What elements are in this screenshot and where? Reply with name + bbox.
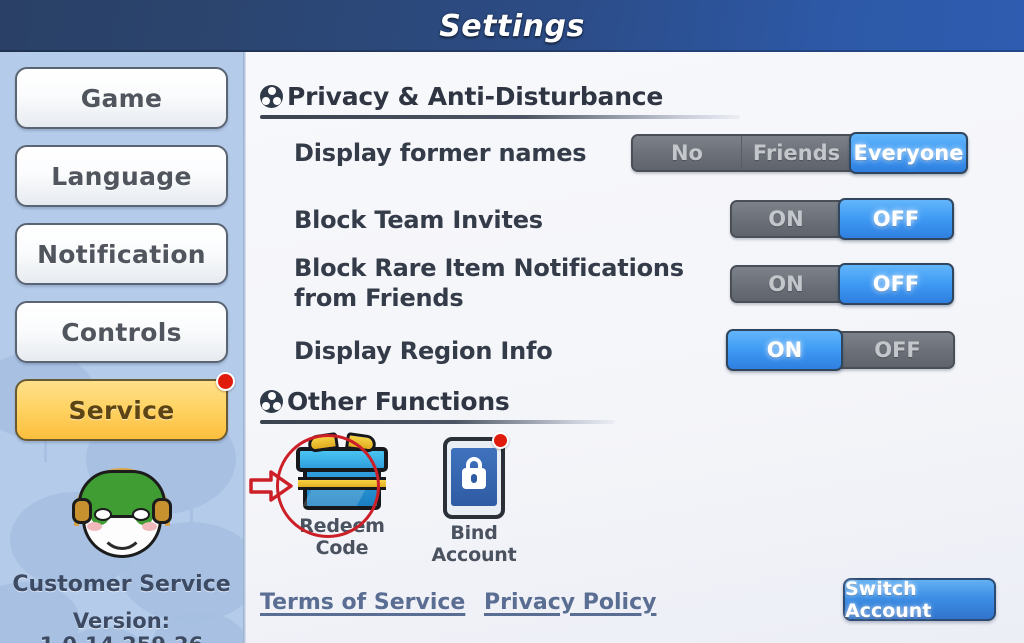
- sidebar: Game Language Notification Controls Serv…: [0, 52, 243, 643]
- function-caption-line1: Bind: [450, 522, 498, 544]
- pinwheel-icon: [260, 390, 283, 413]
- toggle-block-team-invites[interactable]: ON OFF: [730, 198, 954, 240]
- sidebar-item-label: Language: [51, 161, 192, 191]
- sidebar-item-controls[interactable]: Controls: [15, 301, 228, 363]
- title-bar: Settings: [0, 0, 1024, 52]
- toggle-option-on[interactable]: ON: [732, 202, 840, 236]
- row-display-former-names: Display former names: [294, 138, 587, 168]
- toggle-option-on[interactable]: ON: [732, 267, 840, 301]
- sidebar-item-label: Notification: [37, 239, 206, 269]
- toggle-option-no[interactable]: No: [633, 136, 741, 170]
- customer-service-label: Customer Service: [12, 572, 231, 597]
- toggle-option-off[interactable]: OFF: [838, 198, 954, 240]
- function-caption-line2: Code: [315, 536, 369, 559]
- row-display-region-info: Display Region Info: [294, 336, 553, 366]
- sidebar-item-label: Service: [68, 395, 175, 425]
- privacy-policy-link[interactable]: Privacy Policy: [484, 590, 656, 615]
- function-caption-line1: Redeem: [299, 515, 385, 537]
- toggle-option-off[interactable]: OFF: [838, 263, 954, 305]
- section-title: Other Functions: [287, 387, 510, 416]
- toggle-option-on[interactable]: ON: [726, 329, 843, 371]
- setting-label: Block Team Invites: [294, 206, 543, 234]
- phone-lock-icon: [443, 432, 509, 519]
- section-divider: [260, 420, 615, 424]
- customer-service-block[interactable]: Customer Service Version: 1.0.14.259.26: [0, 462, 243, 643]
- function-caption-line2: Account: [431, 543, 517, 566]
- avatar: [70, 462, 174, 566]
- section-title: Privacy & Anti-Disturbance: [287, 82, 664, 111]
- setting-label-line2: from Friends: [294, 284, 464, 312]
- section-divider: [260, 115, 740, 119]
- sidebar-item-language[interactable]: Language: [15, 145, 228, 207]
- notification-badge-icon: [492, 432, 509, 449]
- toggle-block-rare-item-notifications[interactable]: ON OFF: [730, 263, 954, 305]
- sidebar-item-label: Game: [80, 83, 163, 113]
- avatar-cheek: [141, 522, 157, 531]
- settings-screen: Settings Game Language Notification Cont…: [0, 0, 1024, 643]
- sidebar-item-service[interactable]: Service: [15, 372, 235, 441]
- pinwheel-icon: [260, 85, 283, 108]
- gift-box-icon: [294, 431, 390, 512]
- sidebar-item-label: Controls: [61, 317, 182, 347]
- toggle-option-off[interactable]: OFF: [841, 333, 953, 367]
- terms-of-service-link[interactable]: Terms of Service: [260, 590, 465, 615]
- toggle-option-everyone[interactable]: Everyone: [849, 132, 968, 174]
- row-block-team-invites: Block Team Invites: [294, 205, 543, 235]
- notification-badge-icon: [216, 372, 235, 391]
- section-header-other-functions: Other Functions: [260, 387, 510, 416]
- section-header-privacy: Privacy & Anti-Disturbance: [260, 82, 663, 111]
- toggle-option-friends[interactable]: Friends: [741, 136, 851, 170]
- setting-label-line1: Block Rare Item Notifications: [294, 254, 684, 282]
- headphone-earcup-icon: [151, 498, 172, 524]
- page-title: Settings: [439, 8, 585, 44]
- setting-label: Display Region Info: [294, 337, 553, 365]
- row-block-rare-item-notifications: Block Rare Item Notifications from Frien…: [294, 253, 694, 313]
- sidebar-item-notification[interactable]: Notification: [15, 223, 228, 285]
- version-label: Version: 1.0.14.259.26: [40, 609, 203, 643]
- function-bind-account[interactable]: Bind Account: [414, 432, 534, 567]
- setting-label: Display former names: [294, 139, 587, 167]
- switch-account-button[interactable]: Switch Account: [843, 577, 996, 622]
- main-panel: Privacy & Anti-Disturbance Display forme…: [246, 52, 1024, 643]
- switch-account-label: Switch Account: [845, 577, 932, 622]
- toggle-display-region-info[interactable]: ON OFF: [726, 329, 955, 371]
- headphone-earcup-icon: [71, 498, 92, 524]
- sidebar-item-game[interactable]: Game: [15, 67, 228, 129]
- sidebar-nav: Game Language Notification Controls Serv…: [0, 52, 243, 457]
- function-redeem-code[interactable]: Redeem Code: [282, 431, 402, 560]
- toggle-display-former-names[interactable]: No Friends Everyone: [631, 132, 968, 174]
